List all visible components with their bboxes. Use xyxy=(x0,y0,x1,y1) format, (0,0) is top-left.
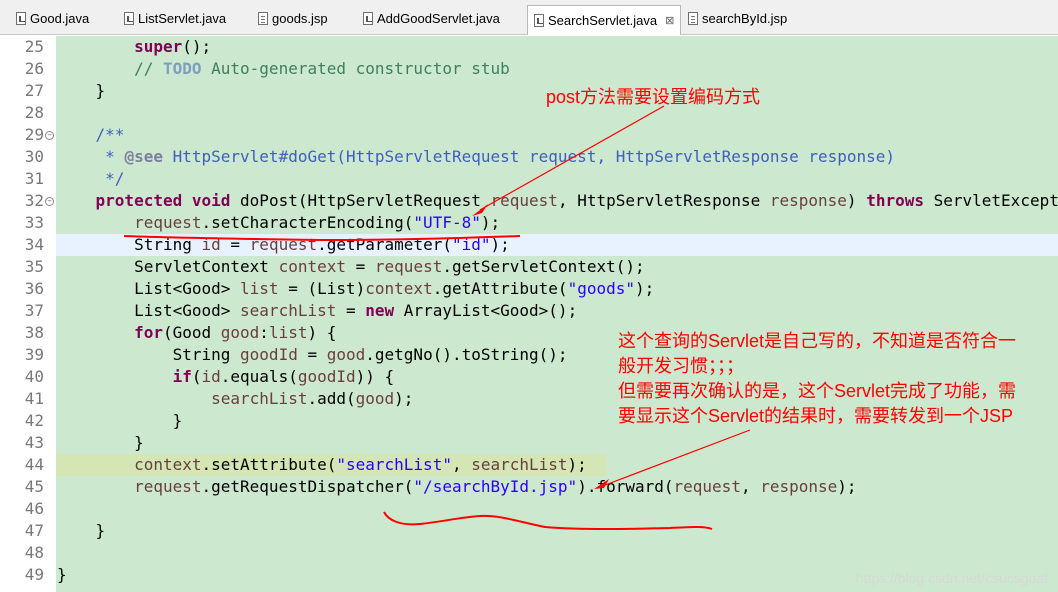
underline-encoding xyxy=(123,235,521,242)
watermark: https://blog.csdn.net/csucsgoat xyxy=(855,570,1048,586)
arrow-to-forward-line xyxy=(599,429,751,488)
annotation-strokes xyxy=(123,105,751,530)
arrow-to-encoding-line xyxy=(479,105,665,211)
arrow-to-encoding-head xyxy=(472,204,488,216)
underline-forward xyxy=(383,511,713,530)
